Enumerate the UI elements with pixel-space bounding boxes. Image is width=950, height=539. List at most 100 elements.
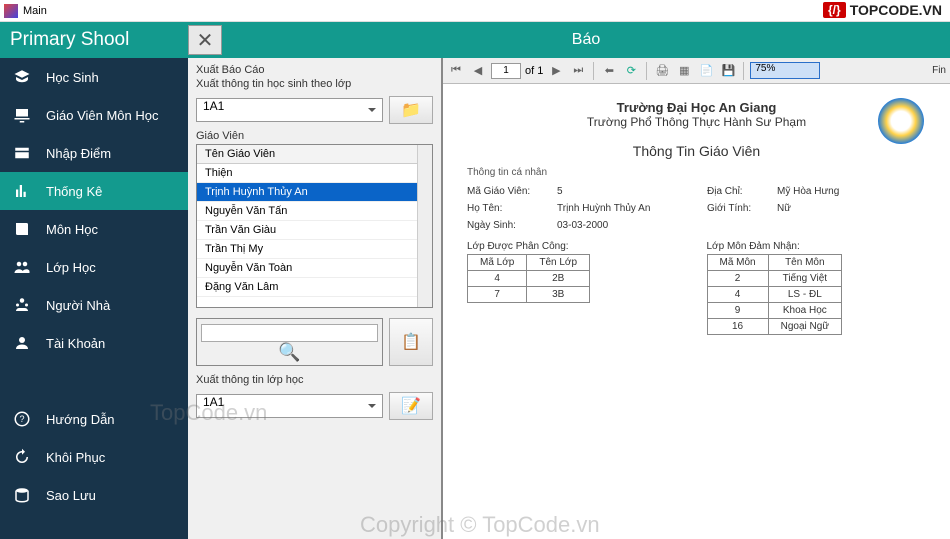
- value: 03-03-2000: [557, 220, 697, 231]
- list-item[interactable]: Nguyễn Văn Toàn: [197, 259, 432, 278]
- report-subtitle: Thông tin cá nhân: [467, 167, 926, 178]
- table-row: 73B: [468, 287, 590, 303]
- label: Họ Tên:: [467, 203, 547, 214]
- sidebar-item-taikhoan[interactable]: Tài Khoản: [0, 324, 188, 362]
- page-input[interactable]: [491, 63, 521, 79]
- export-student-button[interactable]: 📁: [389, 96, 433, 124]
- teacher-list-label: Giáo Viên: [196, 130, 433, 142]
- svg-text:?: ?: [19, 414, 24, 424]
- window-titlebar: Main: [0, 0, 950, 22]
- export-icon[interactable]: 💾: [719, 62, 737, 80]
- sidebar-item-label: Học Sinh: [46, 70, 99, 85]
- list-item[interactable]: Thiện: [197, 164, 432, 183]
- class-combo-2[interactable]: 1A1: [196, 394, 383, 418]
- section-subtitle: Xuất thông tin học sinh theo lớp: [196, 78, 433, 90]
- value: 5: [557, 186, 697, 197]
- value: Nữ: [777, 203, 877, 214]
- report-title: Thông Tin Giáo Viên: [467, 143, 926, 159]
- print-icon[interactable]: 🖨: [653, 62, 671, 80]
- sidebar-item-giaovien[interactable]: Giáo Viên Môn Học: [0, 96, 188, 134]
- sidebar-item-label: Thống Kê: [46, 184, 102, 199]
- sidebar-item-khoiphuc[interactable]: Khôi Phục: [0, 438, 188, 476]
- page-of-label: of 1: [525, 65, 543, 77]
- sidebar-item-nguoinha[interactable]: Người Nhà: [0, 286, 188, 324]
- table2-caption: Lớp Môn Đảm Nhận:: [707, 241, 927, 252]
- input-icon: [12, 143, 32, 163]
- sidebar-item-label: Người Nhà: [46, 298, 110, 313]
- list-item[interactable]: Trần Văn Giàu: [197, 221, 432, 240]
- panel-title: Báo: [222, 31, 950, 49]
- sidebar: Học Sinh Giáo Viên Môn Học Nhập Điểm Thố…: [0, 58, 188, 539]
- section2-title: Xuất thông tin lớp học: [196, 374, 433, 386]
- sidebar-item-label: Giáo Viên Môn Học: [46, 108, 159, 123]
- sidebar-item-label: Nhập Điểm: [46, 146, 111, 161]
- account-icon: [12, 333, 32, 353]
- search-input[interactable]: [201, 324, 379, 342]
- app-header: Primary Shool ✕ Báo: [0, 22, 950, 58]
- report-body: Trường Đại Học An Giang Trường Phổ Thông…: [443, 84, 950, 539]
- brand-logo: {/} TOPCODE.VN: [823, 2, 942, 18]
- find-label: Fin: [932, 65, 946, 76]
- sidebar-item-thongke[interactable]: Thống Kê: [0, 172, 188, 210]
- search-container: 🔍: [196, 318, 383, 366]
- table1-caption: Lớp Được Phân Công:: [467, 241, 687, 252]
- list-header: Tên Giáo Viên: [197, 145, 432, 164]
- sidebar-item-label: Lớp Học: [46, 260, 96, 275]
- section-title: Xuất Báo Cáo: [196, 64, 433, 76]
- app-title: Primary Shool: [0, 29, 188, 51]
- table-row: 2Tiếng Việt: [707, 271, 842, 287]
- table-row: 4LS - ĐL: [707, 287, 842, 303]
- list-item[interactable]: Trần Thị My: [197, 240, 432, 259]
- back-icon[interactable]: ⬅: [600, 62, 618, 80]
- sidebar-item-label: Môn Học: [46, 222, 98, 237]
- search-icon[interactable]: 🔍: [278, 342, 300, 363]
- setup-icon[interactable]: 📄: [697, 62, 715, 80]
- table-subjects: Mã MônTên Môn 2Tiếng Việt 4LS - ĐL 9Khoa…: [707, 254, 843, 335]
- class-combo-1[interactable]: 1A1: [196, 98, 383, 122]
- close-panel-button[interactable]: ✕: [188, 25, 222, 55]
- sidebar-item-nhapdiem[interactable]: Nhập Điểm: [0, 134, 188, 172]
- book-icon: [12, 219, 32, 239]
- teacher-report-button[interactable]: 📋: [389, 318, 433, 366]
- sidebar-item-hocsinh[interactable]: Học Sinh: [0, 58, 188, 96]
- sidebar-item-lophoc[interactable]: Lớp Học: [0, 248, 188, 286]
- label: Mã Giáo Viên:: [467, 186, 547, 197]
- brand-text: TOPCODE.VN: [850, 2, 942, 18]
- table-row: 42B: [468, 271, 590, 287]
- school-logo: [878, 98, 924, 144]
- value: Trịnh Huỳnh Thủy An: [557, 203, 697, 214]
- last-page-icon[interactable]: ⏭: [569, 62, 587, 80]
- list-item[interactable]: Đặng Văn Lâm: [197, 278, 432, 297]
- brand-icon: {/}: [823, 2, 846, 18]
- scrollbar[interactable]: [417, 145, 432, 307]
- help-icon: ?: [12, 409, 32, 429]
- table-row: 9Khoa Học: [707, 303, 842, 319]
- table-assigned-class: Mã LớpTên Lớp 42B 73B: [467, 254, 590, 303]
- teacher-listbox[interactable]: Tên Giáo Viên Thiện Trịnh Huỳnh Thủy An …: [196, 144, 433, 308]
- refresh-icon[interactable]: ⟳: [622, 62, 640, 80]
- next-page-icon[interactable]: ▶: [547, 62, 565, 80]
- table-row: 16Ngoại Ngữ: [707, 319, 842, 335]
- list-item[interactable]: Nguyễn Văn Tấn: [197, 202, 432, 221]
- sidebar-item-saoluu[interactable]: Sao Lưu: [0, 476, 188, 514]
- export-class-button[interactable]: 📝: [389, 392, 433, 420]
- list-item[interactable]: Trịnh Huỳnh Thủy An: [197, 183, 432, 202]
- app-icon: [4, 4, 18, 18]
- zoom-combo[interactable]: 75%: [750, 62, 820, 79]
- sidebar-item-label: Tài Khoản: [46, 336, 105, 351]
- sidebar-item-label: Khôi Phục: [46, 450, 105, 465]
- prev-page-icon[interactable]: ◀: [469, 62, 487, 80]
- restore-icon: [12, 447, 32, 467]
- report-toolbar: ⏮ ◀ of 1 ▶ ⏭ ⬅ ⟳ 🖨 ▦ 📄 💾 75% Fin: [443, 58, 950, 84]
- student-icon: [12, 67, 32, 87]
- layout-icon[interactable]: ▦: [675, 62, 693, 80]
- backup-icon: [12, 485, 32, 505]
- report-viewer: ⏮ ◀ of 1 ▶ ⏭ ⬅ ⟳ 🖨 ▦ 📄 💾 75% Fin Trường …: [442, 58, 950, 539]
- teacher-icon: [12, 105, 32, 125]
- class-icon: [12, 257, 32, 277]
- first-page-icon[interactable]: ⏮: [447, 62, 465, 80]
- value: Mỹ Hòa Hưng: [777, 186, 877, 197]
- sidebar-item-monhoc[interactable]: Môn Học: [0, 210, 188, 248]
- sidebar-item-huongdan[interactable]: ?Hướng Dẫn: [0, 400, 188, 438]
- label: Ngày Sinh:: [467, 220, 547, 231]
